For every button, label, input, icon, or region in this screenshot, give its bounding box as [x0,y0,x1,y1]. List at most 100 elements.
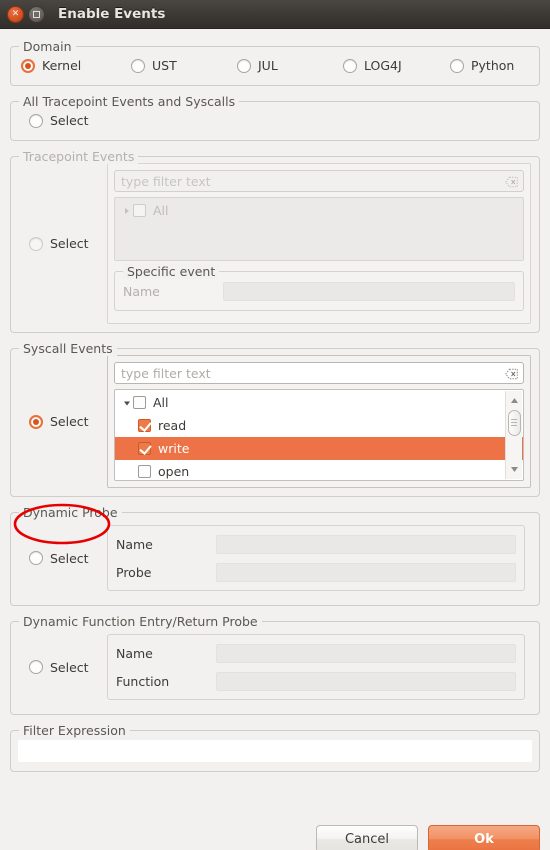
close-icon[interactable]: ✕ [7,5,24,23]
enable-events-dialog: Domain Kernel UST JUL LOG4J Python All T… [0,39,550,850]
radio-dynamic-function-probe-select[interactable] [29,660,43,674]
window-titlebar: ✕ Enable Events [0,0,550,29]
radio-dynamic-probe-select[interactable] [29,551,43,565]
maximize-icon[interactable] [28,5,45,23]
dynamic-function-probe-legend: Dynamic Function Entry/Return Probe [19,614,262,629]
radio-python[interactable] [450,58,464,73]
radio-jul[interactable] [237,58,251,73]
domain-group: Domain Kernel UST JUL LOG4J Python [10,39,540,86]
domain-legend: Domain [19,39,76,54]
dynamic-function-probe-body: Select Name Function [11,622,539,714]
cancel-button[interactable]: Cancel [316,825,418,850]
syscall-events-group: Syscall Events Select type filter text A… [10,341,540,497]
scroll-down-icon[interactable] [507,462,521,477]
scrollbar-thumb[interactable] [507,410,521,436]
domain-option-log4j[interactable]: LOG4J [343,58,450,73]
specific-event-name-input[interactable] [223,281,515,301]
tree-row-label: All [153,203,169,218]
tree-row-label: write [158,441,190,456]
syscall-select-row[interactable]: Select [19,414,107,429]
specific-event-legend: Specific event [123,264,220,279]
tracepoint-select-row[interactable]: Select [19,236,107,251]
tree-row[interactable]: All [115,199,523,222]
syscall-tree[interactable]: All read write open [114,389,524,481]
specific-event-name-label: Name [123,283,160,299]
filter-expression-input[interactable] [18,740,532,762]
clear-filter-icon[interactable] [505,176,518,188]
all-events-select-row[interactable]: Select [29,113,539,128]
dynamic-probe-select-row[interactable]: Select [19,551,107,566]
dynamic-probe-select-label: Select [50,550,89,566]
syscall-select-label: Select [50,414,89,429]
tree-row[interactable]: open [115,460,523,480]
dynamic-probe-group: Dynamic Probe Select Name Probe [10,505,540,606]
filter-expression-legend: Filter Expression [19,723,130,738]
clear-filter-icon[interactable] [505,368,518,380]
dialog-footer: Cancel Ok [316,825,540,850]
radio-syscall-select[interactable] [29,414,43,429]
dynamic-function-probe-select-row[interactable]: Select [19,660,107,675]
scroll-thumb-grip [511,417,517,428]
tree-row-label: All [153,395,169,410]
tree-row-checkbox[interactable] [133,204,146,217]
dynamic-function-probe-panel: Name Function [107,634,525,700]
tracepoint-filter-input[interactable]: type filter text [114,170,524,192]
dynamic-function-probe-fields: Name Function [107,628,531,706]
specific-event-name-row: Name [123,280,515,302]
syscall-events-body: Select type filter text All read write o… [11,349,539,496]
dynamic-function-probe-group: Dynamic Function Entry/Return Probe Sele… [10,614,540,715]
radio-all-events-select[interactable] [29,113,43,128]
tracepoint-events-body: Select type filter text All Specific eve… [11,157,539,332]
tracepoint-tree[interactable]: All [114,197,524,261]
dynamic-probe-fields: Name Probe [107,519,531,597]
chevron-right-icon[interactable] [120,207,133,215]
domain-option-label: Python [471,58,515,73]
scroll-up-icon[interactable] [507,393,521,408]
dynamic-probe-body: Select Name Probe [11,513,539,605]
radio-kernel[interactable] [21,58,35,73]
specific-event-group: Specific event Name [114,264,524,311]
dynamic-function-probe-name-input[interactable] [216,643,516,663]
syscall-tree-rows: All read write open [115,390,523,480]
tracepoint-events-legend: Tracepoint Events [19,149,139,164]
domain-option-label: LOG4J [364,58,402,73]
tree-row-checkbox[interactable] [133,396,146,409]
radio-log4j[interactable] [343,58,357,73]
domain-option-label: UST [152,58,177,73]
domain-option-python[interactable]: Python [450,58,514,73]
scrollbar-track[interactable] [507,408,521,462]
domain-option-label: JUL [258,58,278,73]
dynamic-probe-name-label: Name [116,536,153,552]
syscall-filter-input[interactable]: type filter text [114,362,524,384]
dynamic-function-probe-name-row: Name [116,642,516,664]
domain-option-jul[interactable]: JUL [237,58,343,73]
syscall-tree-wrap: type filter text All read write open [107,355,531,488]
tree-row[interactable]: read [115,414,523,437]
domain-option-ust[interactable]: UST [131,58,237,73]
tree-row-checkbox[interactable] [138,442,151,455]
tree-row-checkbox[interactable] [138,419,151,432]
radio-tracepoint-select[interactable] [29,236,43,251]
radio-ust[interactable] [131,58,145,73]
chevron-down-icon[interactable] [120,399,133,407]
dynamic-probe-probe-input[interactable] [216,562,516,582]
syscall-filter-placeholder: type filter text [121,365,211,381]
domain-option-kernel[interactable]: Kernel [21,58,131,73]
syscall-tree-scrollbar[interactable] [505,391,522,479]
dynamic-function-probe-function-row: Function [116,670,516,692]
tracepoint-filter-placeholder: type filter text [121,173,211,189]
dynamic-function-probe-function-label: Function [116,673,170,689]
tree-row[interactable]: All [115,391,523,414]
tree-row-label: read [158,418,187,433]
all-events-select-label: Select [50,113,89,128]
dynamic-probe-name-input[interactable] [216,534,516,554]
dynamic-function-probe-function-input[interactable] [216,671,516,691]
domain-option-label: Kernel [42,58,82,73]
tree-row[interactable]: write [115,437,523,460]
dynamic-probe-name-row: Name [116,533,516,555]
ok-button[interactable]: Ok [428,825,540,850]
dynamic-probe-panel: Name Probe [107,525,525,591]
all-tracepoint-events-group: All Tracepoint Events and Syscalls Selec… [10,94,540,141]
all-events-legend: All Tracepoint Events and Syscalls [19,94,240,109]
tree-row-checkbox[interactable] [138,465,151,478]
